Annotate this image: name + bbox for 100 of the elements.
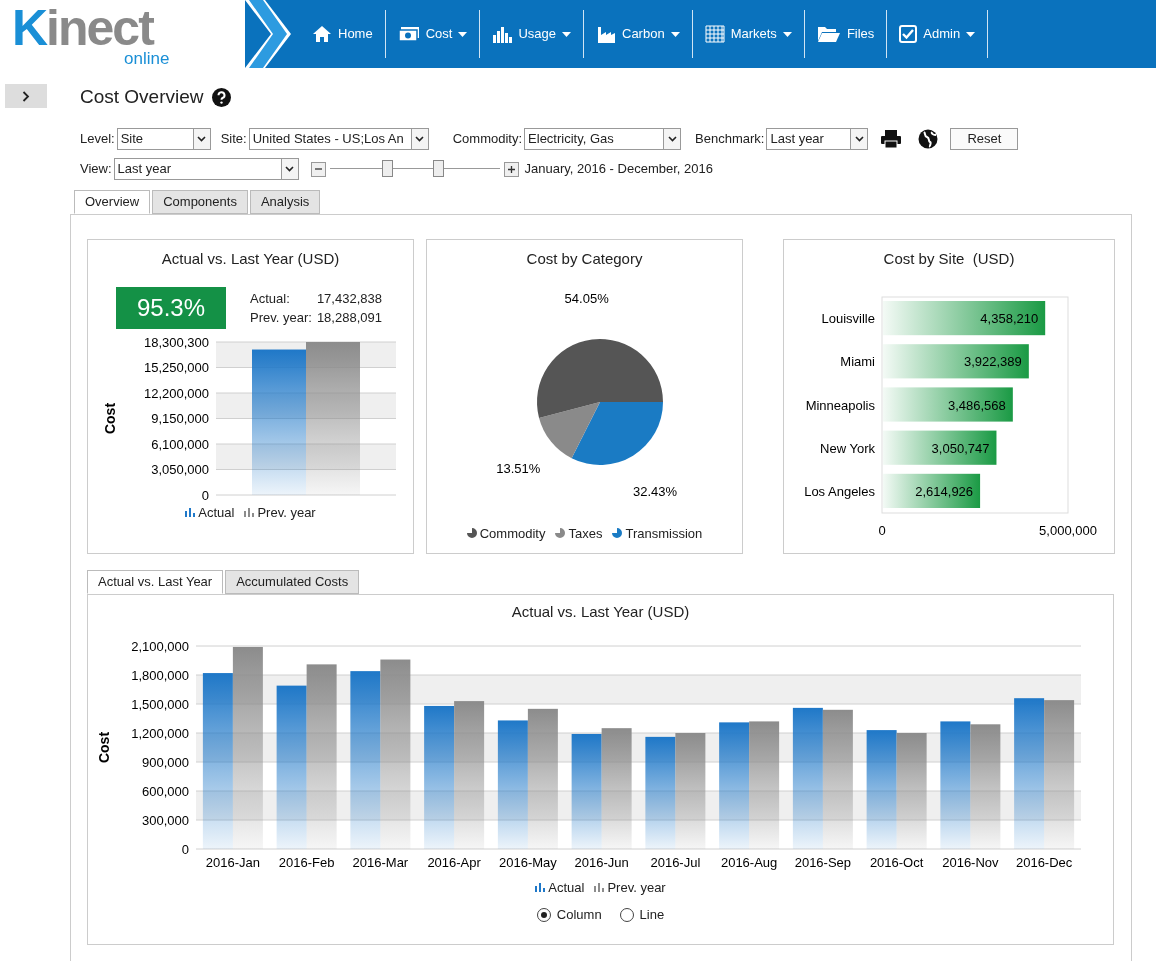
pie-icon: [555, 528, 566, 539]
minus-button[interactable]: [310, 161, 326, 177]
axis-label: 2016-Jan: [205, 854, 260, 870]
legend-label: Commodity: [479, 524, 546, 543]
tab[interactable]: Components: [152, 190, 248, 214]
sidebar-toggle-button[interactable]: [5, 84, 47, 108]
tab[interactable]: Actual vs. Last Year: [87, 570, 224, 594]
axis-label: 0: [201, 487, 209, 502]
data-label: 3,922,389: [963, 353, 1022, 369]
axis-label: 2016-Jul: [650, 854, 701, 870]
chart-title: Actual vs. Last Year (USD): [161, 249, 340, 269]
plus-icon: [507, 165, 515, 173]
axis-label: Los Angeles: [803, 483, 875, 499]
kpi-label: Actual:: [250, 289, 291, 308]
pie-icon: [612, 528, 623, 539]
field-label: Level:: [80, 130, 115, 149]
slider-thumb[interactable]: [433, 160, 445, 177]
axis-label: 6,100,000: [151, 436, 209, 451]
axis-label: 300,000: [142, 812, 189, 827]
legend-label: Prev. year: [257, 503, 316, 522]
printer-icon[interactable]: [880, 129, 903, 149]
axis-label: 2,100,000: [131, 638, 189, 653]
dropdown-field[interactable]: Site: [116, 128, 211, 150]
axis-label: 2016-Sep: [794, 854, 852, 870]
nav-item[interactable]: Files: [804, 10, 888, 58]
chevron-right-icon: [22, 90, 30, 102]
checkbox-icon: [899, 25, 918, 43]
banknote-icon: [397, 26, 420, 42]
chart-title: Cost by Category: [526, 249, 643, 269]
dropdown-field[interactable]: Electricity, Gas: [524, 128, 682, 150]
logo-tagline: online: [124, 50, 171, 68]
axis-label: 2016-Oct: [869, 854, 924, 870]
data-label: 3,050,747: [931, 440, 989, 456]
pie-icon: [466, 528, 477, 539]
radio-option[interactable]: Column: [536, 905, 602, 925]
axis-label: 15,250,000: [143, 359, 209, 375]
axis-label: 900,000: [142, 754, 189, 769]
axis-label: 2016-Feb: [278, 854, 335, 870]
axis-label: Miami: [839, 353, 875, 369]
axis-label: 2016-Jun: [574, 854, 629, 870]
nav-item[interactable]: Usage: [480, 10, 584, 58]
nav-item[interactable]: Admin: [887, 10, 989, 58]
axis-label: 2016-Aug: [720, 854, 778, 870]
dropdown-field[interactable]: Last year: [113, 158, 299, 180]
bar-chart-icon: [492, 25, 513, 43]
axis-label: 9,150,000: [151, 410, 209, 426]
axis-label: 5,000,000: [1038, 522, 1097, 538]
axis-label: 2016-Mar: [352, 854, 409, 870]
nav-item[interactable]: Markets: [692, 10, 805, 58]
nav-item[interactable]: Carbon: [584, 10, 693, 58]
reset-button[interactable]: Reset: [950, 128, 1019, 150]
tab[interactable]: Overview: [74, 190, 151, 214]
legend-label: Actual: [548, 878, 585, 897]
axis-label: 3,050,000: [151, 461, 209, 477]
axis-label: 2016-Dec: [1015, 854, 1073, 870]
bar-chart-icon: [594, 882, 605, 893]
date-range: January, 2016 - December, 2016: [524, 160, 713, 179]
axis-label: 0: [877, 522, 886, 538]
axis-label: Minneapolis: [805, 397, 875, 412]
axis-label: Louisville: [821, 310, 875, 326]
field-label: Commodity:: [452, 130, 523, 149]
chevron-down-icon: [415, 136, 425, 142]
legend-label: Transmission: [625, 524, 703, 543]
dropdown-field[interactable]: Last year: [766, 128, 869, 150]
axis-label: 600,000: [142, 783, 189, 798]
home-icon: [312, 25, 332, 43]
axis-label: New York: [819, 440, 875, 456]
dropdown-field[interactable]: United States - US;Los An: [248, 128, 429, 150]
nav-item[interactable]: Home: [300, 10, 386, 58]
chart-title: Cost by Site (USD): [883, 249, 1015, 269]
tab[interactable]: Analysis: [249, 190, 321, 214]
kpi-label: Prev. year:: [250, 308, 312, 327]
legend-label: Prev. year: [607, 878, 666, 897]
chevron-icon: [245, 0, 293, 68]
field-label: View:: [80, 160, 112, 179]
kpi-value: 18,288,091: [316, 308, 382, 327]
data-label: 13.51%: [495, 460, 540, 476]
radio-option[interactable]: Line: [619, 905, 665, 925]
grid-icon: [704, 25, 725, 43]
chevron-down-icon: [197, 136, 207, 142]
axis-title: Cost: [102, 402, 118, 434]
data-label: 2,614,926: [914, 483, 973, 499]
axis-label: 1,200,000: [131, 725, 189, 740]
axis-label: 12,200,000: [143, 385, 209, 400]
globe-icon[interactable]: [918, 129, 939, 149]
range-slider[interactable]: [329, 160, 500, 178]
chevron-down-icon: [285, 166, 295, 172]
tab[interactable]: Accumulated Costs: [225, 570, 360, 594]
plus-button[interactable]: [503, 161, 519, 177]
slider-thumb[interactable]: [382, 160, 394, 177]
axis-label: 18,300,300: [143, 334, 209, 349]
help-icon[interactable]: [211, 87, 231, 107]
minus-icon: [314, 168, 322, 170]
nav-item[interactable]: Cost: [385, 10, 481, 58]
data-label: 32.43%: [632, 483, 677, 499]
chevron-down-icon: [854, 136, 864, 142]
data-label: 3,486,568: [947, 397, 1006, 412]
bar-chart-icon: [244, 507, 255, 518]
axis-label: 2016-Nov: [942, 854, 999, 870]
legend-label: Actual: [198, 503, 235, 522]
